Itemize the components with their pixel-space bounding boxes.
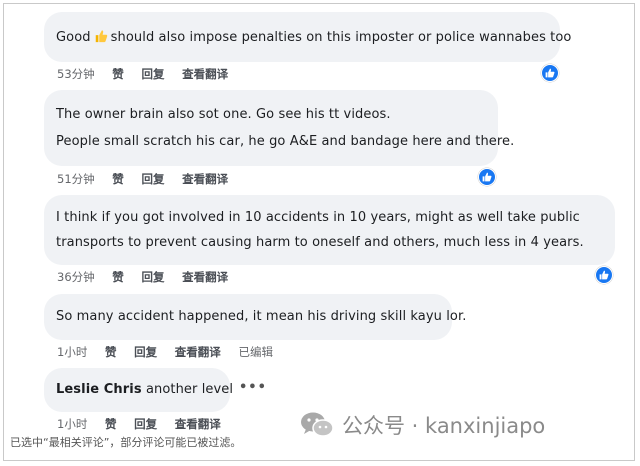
see-translation-button[interactable]: 查看翻译 <box>182 270 228 284</box>
see-translation-button[interactable]: 查看翻译 <box>175 345 221 359</box>
see-translation-button[interactable]: 查看翻译 <box>175 417 221 431</box>
watermark-text: 公众号 · kanxinjiapo <box>342 414 546 438</box>
comment-bubble: So many accident happened, it mean his d… <box>44 294 466 340</box>
reply-button[interactable]: 回复 <box>141 270 164 284</box>
comment-time: 1小时 <box>57 345 88 359</box>
comment-text: The owner brain also sot one. Go see his… <box>56 107 391 122</box>
comment-bubble: The owner brain also sot one. Go see his… <box>44 90 514 166</box>
comment-time: 53分钟 <box>57 67 95 81</box>
wechat-logo-icon <box>301 412 334 437</box>
comment-text: People small scratch his car, he go A&E … <box>56 134 515 149</box>
comment-meta: 1小时 赞 回复 查看翻译 已编辑 <box>57 344 287 360</box>
comment-text: I think if you got involved in 10 accide… <box>56 210 580 225</box>
comment-bubble: Good should also impose penalties on this… <box>44 12 571 62</box>
more-dots-icon[interactable]: ••• <box>239 380 267 395</box>
comment-bubble: Leslie Chris another level <box>44 368 233 412</box>
like-reaction-icon[interactable] <box>595 266 613 284</box>
reply-button[interactable]: 回复 <box>134 345 157 359</box>
comment-meta: 51分钟 赞 回复 查看翻译 <box>57 171 242 187</box>
edited-label: 已编辑 <box>238 345 273 359</box>
reply-button[interactable]: 回复 <box>134 417 157 431</box>
comment-time: 1小时 <box>57 417 88 431</box>
reply-button[interactable]: 回复 <box>141 67 164 81</box>
comment-text-part: Good <box>56 30 91 45</box>
comment-author[interactable]: Leslie Chris <box>56 382 142 397</box>
like-button[interactable]: 赞 <box>105 345 117 359</box>
comment-bubble: I think if you got involved in 10 accide… <box>44 195 615 265</box>
comment-text: Good should also impose penalties on this… <box>56 29 572 45</box>
comment-meta: 1小时 赞 回复 查看翻译 <box>57 416 235 432</box>
filter-footnote: 已选中“最相关评论”，部分评论可能已被过滤。 <box>10 436 242 449</box>
comment-text-part: should also impose penalties on this imp… <box>110 30 572 45</box>
like-button[interactable]: 赞 <box>105 417 117 431</box>
comment-time: 51分钟 <box>57 172 95 186</box>
comment-meta: 53分钟 赞 回复 查看翻译 <box>57 66 242 82</box>
comment-text: So many accident happened, it mean his d… <box>56 309 467 324</box>
like-button[interactable]: 赞 <box>112 172 124 186</box>
comment-meta: 36分钟 赞 回复 查看翻译 <box>57 269 242 285</box>
comment-text: transports to prevent causing harm to on… <box>56 235 584 250</box>
like-reaction-icon[interactable] <box>478 168 496 186</box>
reply-button[interactable]: 回复 <box>141 172 164 186</box>
watermark: 公众号 · kanxinjiapo <box>300 410 545 440</box>
thumbs-up-emoji <box>95 30 107 43</box>
like-button[interactable]: 赞 <box>112 67 124 81</box>
like-button[interactable]: 赞 <box>112 270 124 284</box>
comment-text: Leslie Chris another level <box>56 382 233 397</box>
comment-text-part: another level <box>145 382 234 397</box>
comment-time: 36分钟 <box>57 270 95 284</box>
see-translation-button[interactable]: 查看翻译 <box>182 67 228 81</box>
like-reaction-icon[interactable] <box>541 64 559 82</box>
see-translation-button[interactable]: 查看翻译 <box>182 172 228 186</box>
